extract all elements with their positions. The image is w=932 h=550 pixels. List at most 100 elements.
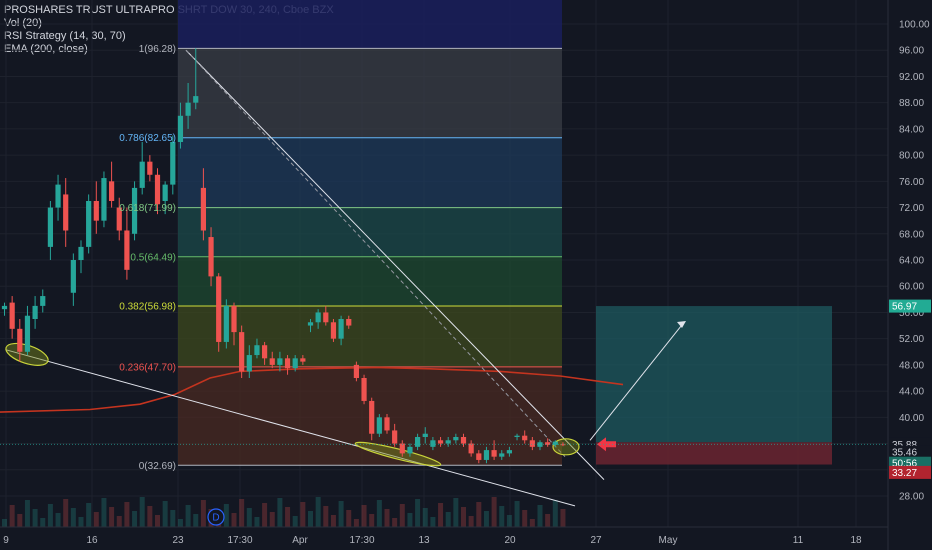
y-tick-label: 28.00 xyxy=(899,492,924,503)
volume-bar xyxy=(147,506,153,527)
long-position-tool[interactable] xyxy=(596,306,832,465)
volume-bar xyxy=(545,514,551,527)
volume-bar xyxy=(139,497,145,527)
volume-bar xyxy=(353,519,359,527)
volume-bar xyxy=(537,505,543,527)
candle-body xyxy=(529,440,535,447)
candle-body xyxy=(78,246,84,260)
candle-body xyxy=(476,453,482,460)
candle-body xyxy=(185,102,191,116)
candle-body xyxy=(269,358,275,365)
volume-bar xyxy=(223,504,229,527)
y-tick-label: 88.00 xyxy=(899,98,924,109)
volume-bar xyxy=(392,518,398,527)
fibonacci-retracement[interactable] xyxy=(178,0,562,466)
y-tick-label: 40.00 xyxy=(899,413,924,424)
volume-bars xyxy=(2,497,566,527)
candle-body xyxy=(216,276,222,342)
volume-bar xyxy=(124,502,130,527)
volume-bar xyxy=(430,517,436,527)
candle-body xyxy=(338,319,344,339)
volume-bar xyxy=(560,509,566,527)
candle-body xyxy=(1,305,8,310)
price-chart[interactable]: D 1(96.28) 0.786(82.65) 0.618(71.99) 0.5(64… xyxy=(0,0,932,550)
volume-bar xyxy=(177,519,183,527)
volume-bar xyxy=(407,513,413,527)
candle-body xyxy=(392,430,398,444)
fib-level-label: 0.5(64.49) xyxy=(130,252,176,263)
target-price-badge-label: 56.97 xyxy=(892,302,917,313)
volume-bar xyxy=(300,502,306,527)
candle-body xyxy=(124,230,130,270)
volume-bar xyxy=(239,499,245,527)
volume-bar xyxy=(399,504,405,527)
candle-body xyxy=(491,450,497,457)
volume-bar xyxy=(162,501,168,527)
y-tick-label: 72.00 xyxy=(899,203,924,214)
candle-body xyxy=(430,440,436,447)
volume-bar xyxy=(132,511,138,527)
candle-body xyxy=(499,453,505,457)
volume-bar xyxy=(285,507,291,527)
y-tick-label: 84.00 xyxy=(899,124,924,135)
x-tick-label: 11 xyxy=(793,535,804,546)
y-tick-label: 64.00 xyxy=(899,256,924,267)
volume-bar xyxy=(376,500,382,527)
volume-bar xyxy=(78,517,84,527)
stop-price-badge-label: 33.27 xyxy=(892,468,917,479)
candle-body xyxy=(399,443,405,454)
volume-bar xyxy=(109,507,115,527)
volume-bar xyxy=(346,510,352,527)
time-axis[interactable]: 9 16 23 17:30 Apr 17:30 13 20 27 May 11 18 xyxy=(0,526,888,546)
candle-body xyxy=(239,332,245,372)
x-tick-label: 9 xyxy=(3,535,9,546)
x-tick-label: 16 xyxy=(86,535,98,546)
volume-bar xyxy=(155,515,160,527)
volume-bar xyxy=(323,506,329,527)
volume-bar xyxy=(2,519,7,527)
candle-body xyxy=(208,237,214,277)
volume-bar xyxy=(438,503,444,527)
candle-body xyxy=(93,201,99,221)
volume-bar xyxy=(40,518,46,527)
volume-bar xyxy=(93,512,99,527)
x-tick-label: 23 xyxy=(172,535,184,546)
x-tick-label: 13 xyxy=(418,535,430,546)
y-tick-label: 68.00 xyxy=(899,229,924,240)
candle-body xyxy=(300,358,306,362)
y-tick-label: 60.00 xyxy=(899,282,924,293)
candle-body xyxy=(376,417,382,434)
volume-bar xyxy=(361,505,367,527)
volume-bar xyxy=(415,499,421,527)
x-tick-label: 20 xyxy=(504,535,516,546)
volume-bar xyxy=(9,505,15,527)
volume-bar xyxy=(24,500,30,527)
volume-bar xyxy=(231,513,237,527)
volume-bar xyxy=(63,499,69,527)
volume-bar xyxy=(330,515,336,527)
volume-bar xyxy=(246,508,252,527)
volume-bar xyxy=(422,508,428,527)
fib-band xyxy=(178,48,562,138)
volume-bar xyxy=(101,498,107,527)
candle-body xyxy=(70,260,76,293)
candle-body xyxy=(262,345,268,359)
candle-body xyxy=(193,96,199,103)
candle-body xyxy=(200,187,206,231)
fib-level-label: 1(96.28) xyxy=(139,44,176,55)
candle-body xyxy=(407,446,413,454)
volume-bar xyxy=(384,509,390,527)
volume-bar xyxy=(468,516,474,527)
fib-level-label: 0(32.69) xyxy=(139,461,176,472)
candle-body xyxy=(522,435,528,441)
volume-bar xyxy=(55,513,61,527)
volume-bar xyxy=(185,505,191,527)
candle-body xyxy=(139,161,145,188)
candle-body xyxy=(415,437,421,447)
candle-body xyxy=(422,433,428,437)
candle-body xyxy=(162,184,168,201)
y-tick-label: 80.00 xyxy=(899,151,924,162)
candle-body xyxy=(86,201,92,247)
stop-zone xyxy=(596,442,832,465)
candle-body xyxy=(506,450,512,454)
